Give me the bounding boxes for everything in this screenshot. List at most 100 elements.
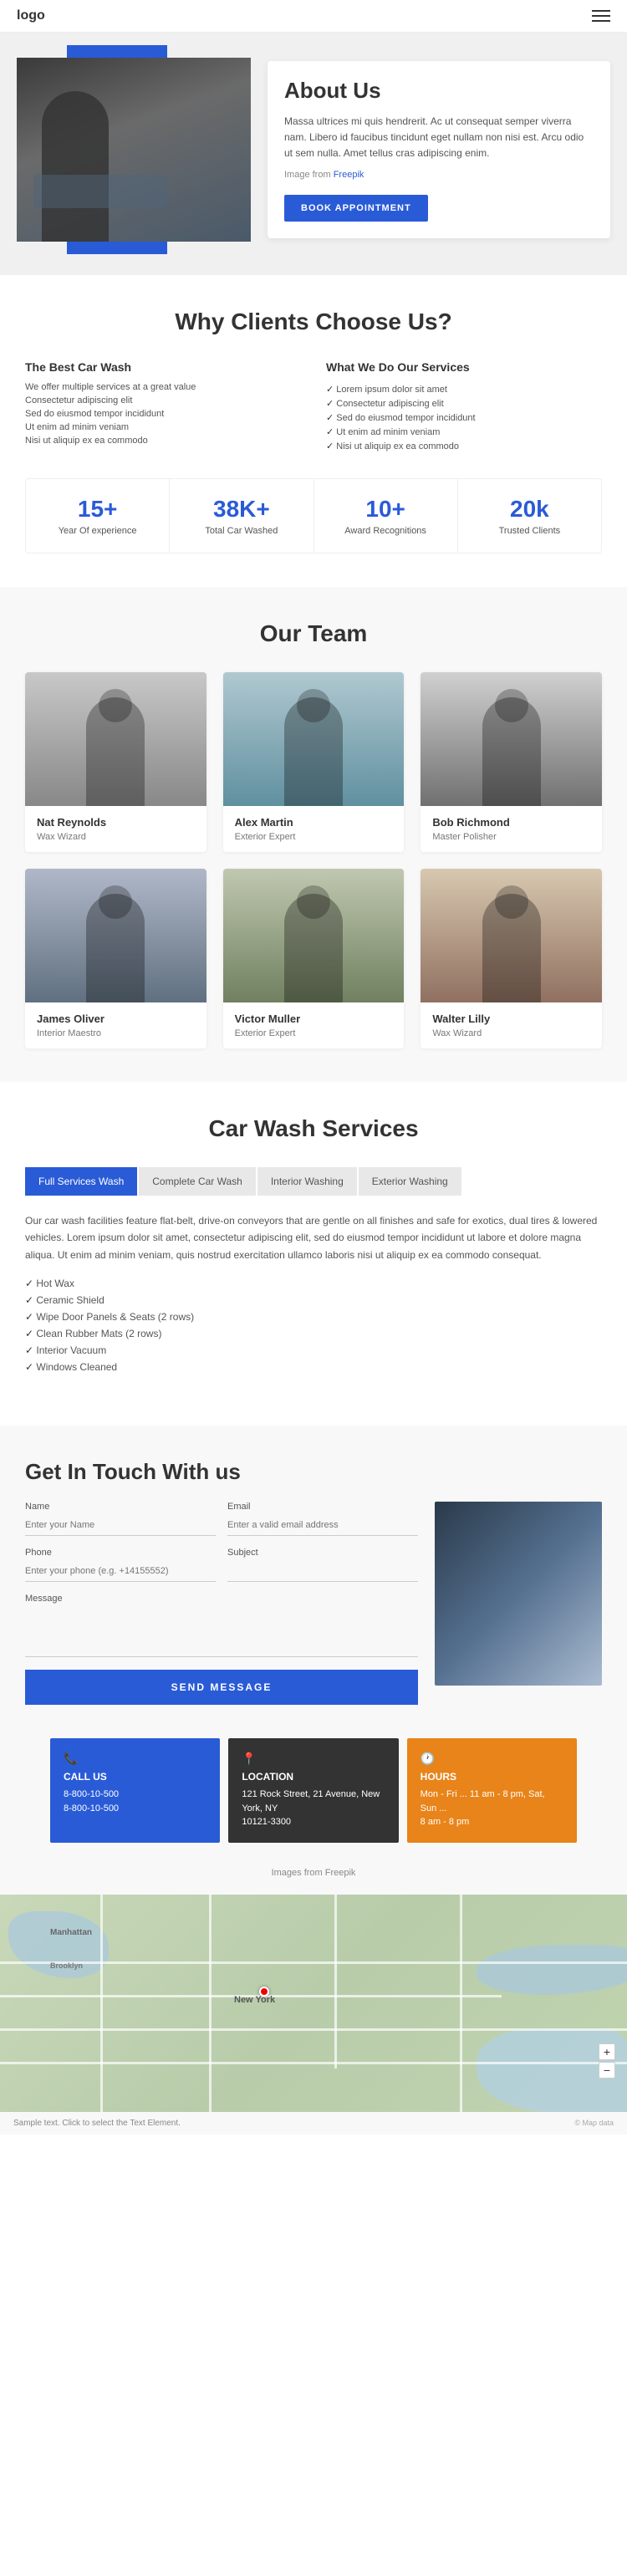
book-appointment-button[interactable]: BOOK APPOINTMENT: [284, 195, 428, 222]
why-col2-list: Lorem ipsum dolor sit amet Consectetur a…: [326, 382, 602, 453]
map-section[interactable]: New York Manhattan Brooklyn + −: [0, 1895, 627, 2112]
form-group-subject: Subject: [227, 1548, 418, 1582]
send-message-button[interactable]: SEND MESSAGE: [25, 1670, 418, 1705]
services-tab-button[interactable]: Exterior Washing: [359, 1167, 461, 1196]
logo: logo: [17, 8, 45, 23]
why-title: Why Clients Choose Us?: [25, 309, 602, 335]
team-card: Victor Muller Exterior Expert: [223, 869, 405, 1048]
info-box-icon: 🕐: [421, 1752, 563, 1766]
list-item: Ut enim ad minim veniam: [326, 425, 602, 439]
why-col-2: What We Do Our Services Lorem ipsum dolo…: [326, 360, 602, 453]
stat-item: 20kTrusted Clients: [458, 479, 601, 553]
message-input[interactable]: [25, 1607, 418, 1657]
stat-item: 10+Award Recognitions: [314, 479, 458, 553]
stat-label: Year Of experience: [34, 526, 161, 536]
team-title: Our Team: [25, 620, 602, 647]
why-grid: The Best Car Wash We offer multiple serv…: [25, 360, 602, 453]
team-card: Nat Reynolds Wax Wizard: [25, 672, 206, 852]
team-section: Our Team Nat Reynolds Wax Wizard Alex Ma…: [0, 587, 627, 1082]
stat-number: 10+: [323, 496, 449, 523]
why-col1-text2: Consectetur adipiscing elit: [25, 395, 301, 406]
name-label: Name: [25, 1502, 216, 1512]
map-label-manhattan: Manhattan: [50, 1928, 92, 1937]
map-label-sub: Brooklyn: [50, 1961, 83, 1970]
map-zoom-in-button[interactable]: +: [599, 2043, 615, 2060]
subject-input[interactable]: [227, 1561, 418, 1582]
services-content: Our car wash facilities feature flat-bel…: [25, 1212, 602, 1392]
map-zoom-controls[interactable]: + −: [599, 2043, 615, 2079]
team-member-name: Victor Muller: [235, 1013, 393, 1025]
stat-number: 15+: [34, 496, 161, 523]
contact-title: Get In Touch With us: [25, 1459, 602, 1485]
team-info: Walter Lilly Wax Wizard: [421, 1002, 602, 1048]
about-title: About Us: [284, 78, 594, 104]
stat-label: Trusted Clients: [466, 526, 593, 536]
map-footer: Sample text. Click to select the Text El…: [0, 2112, 627, 2135]
team-info: James Oliver Interior Maestro: [25, 1002, 206, 1048]
about-card: About Us Massa ultrices mi quis hendreri…: [268, 61, 610, 238]
team-photo-placeholder: [421, 869, 602, 1002]
list-item: Hot Wax: [25, 1275, 602, 1292]
services-tab-button[interactable]: Complete Car Wash: [139, 1167, 256, 1196]
list-item: Sed do eiusmod tempor incididunt: [326, 411, 602, 425]
form-row-1: Name Email: [25, 1502, 418, 1536]
team-info: Victor Muller Exterior Expert: [223, 1002, 405, 1048]
list-item: Clean Rubber Mats (2 rows): [25, 1325, 602, 1342]
list-item: Windows Cleaned: [25, 1359, 602, 1375]
form-group-phone: Phone: [25, 1548, 216, 1582]
subject-label: Subject: [227, 1548, 418, 1558]
name-input[interactable]: [25, 1515, 216, 1536]
map-placeholder: New York Manhattan Brooklyn + −: [0, 1895, 627, 2112]
why-col1-text4: Ut enim ad minim veniam: [25, 422, 301, 432]
map-footer-text: Sample text. Click to select the Text El…: [13, 2119, 181, 2128]
why-col2-title: What We Do Our Services: [326, 360, 602, 374]
stats-row: 15+ Year Of experience 38K+ Total Car Washe…: [25, 478, 602, 553]
map-pin: [259, 1987, 269, 1997]
map-zoom-out-button[interactable]: −: [599, 2062, 615, 2079]
why-col1-text3: Sed do eiusmod tempor incididunt: [25, 409, 301, 419]
team-photo-placeholder: [223, 672, 405, 806]
team-card: Alex Martin Exterior Expert: [223, 672, 405, 852]
info-box-location: 📍 LOCATION 121 Rock Street, 21 Avenue, N…: [228, 1738, 398, 1843]
why-col1-text1: We offer multiple services at a great va…: [25, 382, 301, 392]
team-member-role: Wax Wizard: [432, 1028, 590, 1038]
map-attribution: © Map data: [574, 2119, 614, 2127]
image-from: Image from Freepik: [284, 168, 594, 183]
phone-input[interactable]: [25, 1561, 216, 1582]
list-item: Nisi ut aliquip ex ea commodo: [326, 439, 602, 453]
team-member-name: Walter Lilly: [432, 1013, 590, 1025]
stat-item: 15+ Year Of experience: [26, 479, 170, 553]
stat-number: 38K+: [178, 496, 304, 523]
contact-layout: Name Email Phone Subject Me: [25, 1502, 602, 1705]
team-member-role: Wax Wizard: [37, 832, 195, 842]
stat-label: Total Car Washed: [178, 526, 304, 536]
header: logo: [0, 0, 627, 33]
message-label: Message: [25, 1594, 418, 1604]
email-label: Email: [227, 1502, 418, 1512]
list-item: Lorem ipsum dolor sit amet: [326, 382, 602, 396]
services-tab-button[interactable]: Interior Washing: [257, 1167, 357, 1196]
info-box-title: LOCATION: [242, 1771, 385, 1783]
email-input[interactable]: [227, 1515, 418, 1536]
team-photo-placeholder: [421, 672, 602, 806]
freepik-link[interactable]: Freepik: [334, 170, 364, 180]
contact-image: [435, 1502, 602, 1705]
team-photo-placeholder: [223, 869, 405, 1002]
team-member-role: Exterior Expert: [235, 832, 393, 842]
hero-section: About Us Massa ultrices mi quis hendreri…: [0, 33, 627, 275]
team-member-name: Nat Reynolds: [37, 816, 195, 829]
services-tab-button[interactable]: Full Services Wash: [25, 1167, 137, 1196]
info-boxes-wrapper: 📞 CALL US 8-800-10-5008-800-10-500 📍 LOC…: [0, 1738, 627, 1895]
info-box-icon: 📞: [64, 1752, 206, 1766]
hamburger-menu[interactable]: [592, 10, 610, 22]
form-group-name: Name: [25, 1502, 216, 1536]
services-title: Car Wash Services: [25, 1115, 602, 1142]
team-info: Alex Martin Exterior Expert: [223, 806, 405, 852]
services-text: Our car wash facilities feature flat-bel…: [25, 1212, 602, 1263]
info-box-call: 📞 CALL US 8-800-10-5008-800-10-500: [50, 1738, 220, 1843]
list-item: Interior Vacuum: [25, 1342, 602, 1359]
info-boxes: 📞 CALL US 8-800-10-5008-800-10-500 📍 LOC…: [25, 1738, 602, 1859]
contact-form: Name Email Phone Subject Me: [25, 1502, 418, 1705]
images-from: Images from Freepik: [25, 1859, 602, 1895]
team-member-name: James Oliver: [37, 1013, 195, 1025]
